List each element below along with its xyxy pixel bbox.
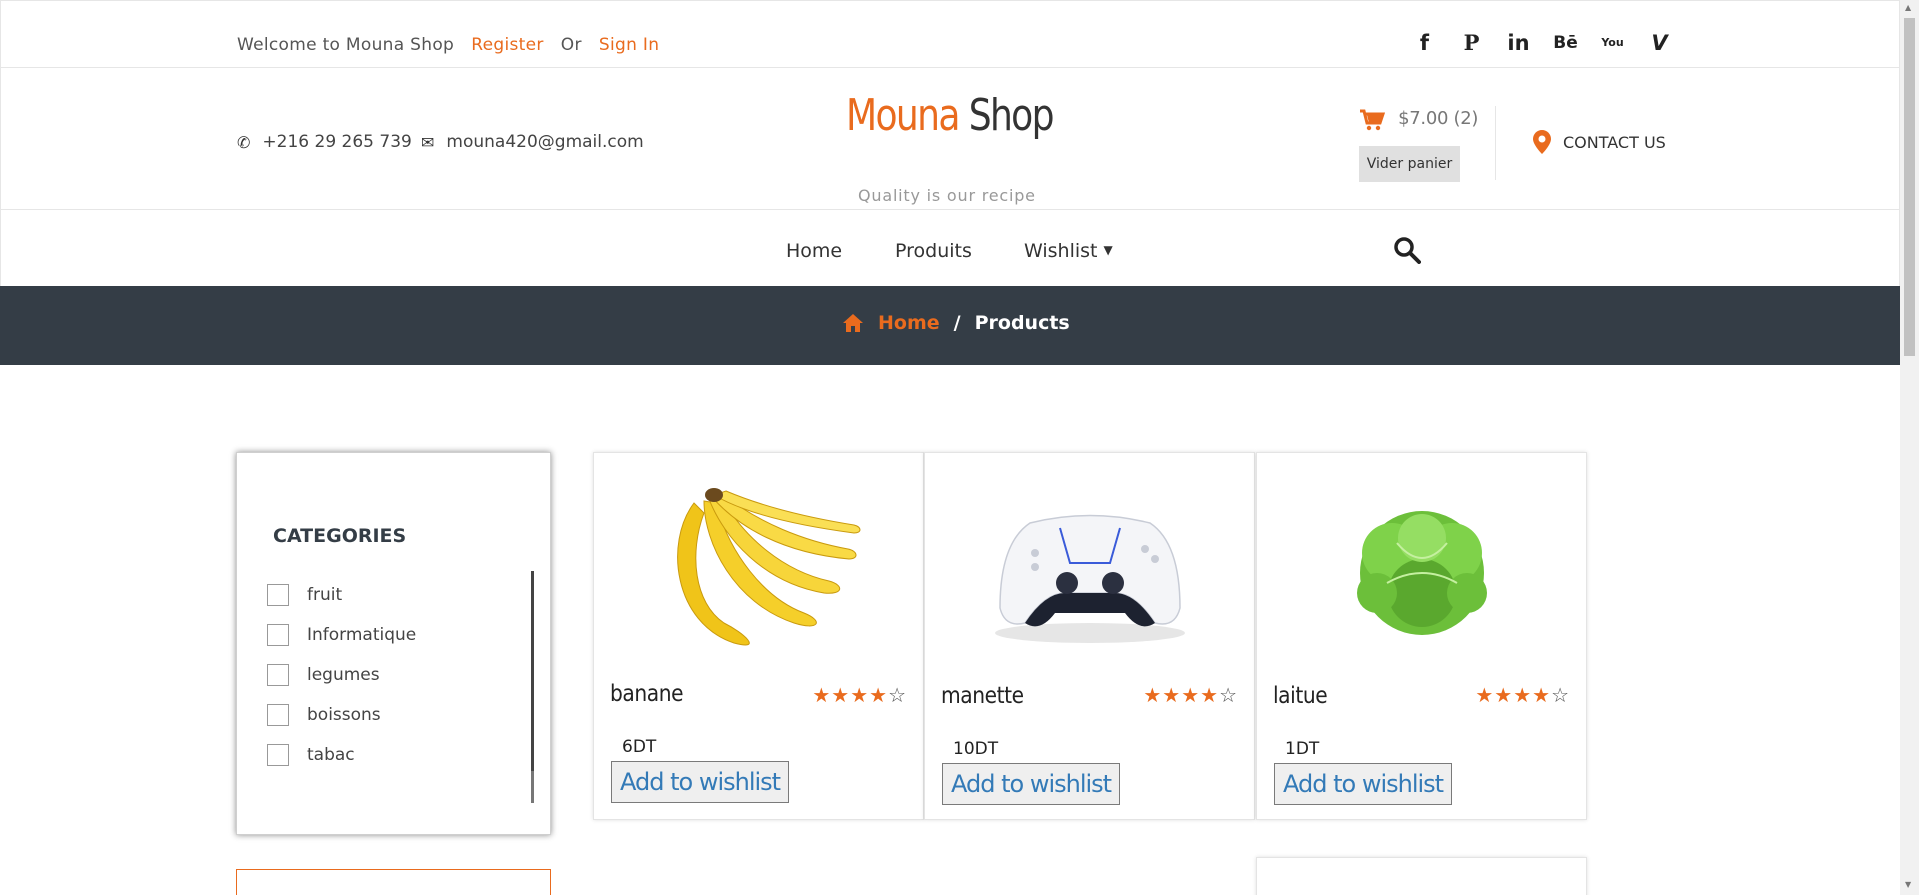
category-item[interactable]: tabac: [267, 735, 416, 775]
vimeo-icon[interactable]: V: [1636, 31, 1683, 55]
gamepad-image: [994, 514, 1185, 643]
phone-icon: ✆: [237, 132, 251, 152]
category-item[interactable]: boissons: [267, 695, 416, 735]
category-checkbox[interactable]: [267, 704, 289, 726]
search-icon[interactable]: [1393, 236, 1421, 264]
caret-down-icon: ▼: [1103, 243, 1113, 257]
header-divider: [1495, 106, 1496, 180]
categories-panel: CATEGORIES fruit Informatique legumes bo…: [236, 452, 551, 835]
contact-us-link[interactable]: CONTACT US: [1533, 130, 1666, 154]
add-to-wishlist-button[interactable]: Add to wishlist: [611, 761, 790, 803]
category-item[interactable]: fruit: [267, 575, 416, 615]
pinterest-icon[interactable]: P: [1448, 31, 1495, 55]
social-links: f P in Bē You V: [1401, 31, 1683, 56]
breadcrumb-separator: /: [953, 312, 961, 334]
product-card: [1256, 857, 1587, 895]
youtube-icon[interactable]: You: [1589, 31, 1636, 55]
category-label: tabac: [307, 745, 355, 765]
star-empty-icon: ☆: [1551, 683, 1570, 707]
category-label: fruit: [307, 585, 343, 605]
categories-list: fruit Informatique legumes boissons taba…: [267, 575, 416, 775]
scroll-up-icon[interactable]: ▲: [1905, 3, 1911, 12]
or-text: Or: [560, 35, 582, 55]
product-card: manette ★★★★☆ 10DT Add to wishlist: [924, 452, 1255, 820]
category-item[interactable]: Informatique: [267, 615, 416, 655]
scroll-down-icon[interactable]: ▼: [1905, 880, 1911, 889]
add-to-wishlist-button[interactable]: Add to wishlist: [942, 763, 1121, 805]
breadcrumb: Home / Products: [842, 312, 1070, 334]
category-label: boissons: [307, 705, 381, 725]
star-empty-icon: ☆: [888, 683, 907, 707]
product-card: laitue ★★★★☆ 1DT Add to wishlist: [1256, 452, 1587, 820]
map-pin-icon: [1533, 130, 1551, 154]
envelope-icon: ✉: [421, 132, 435, 152]
logo-mouna: Mouna: [846, 90, 960, 141]
welcome-line: Welcome to Mouna Shop Register Or Sign I…: [237, 35, 659, 55]
star-empty-icon: ☆: [1219, 683, 1238, 707]
product-price: 10DT: [953, 739, 999, 759]
welcome-text: Welcome to Mouna Shop: [237, 35, 455, 55]
cart-total: $7.00 (2): [1398, 108, 1479, 129]
category-checkbox[interactable]: [267, 624, 289, 646]
facebook-icon[interactable]: f: [1401, 31, 1448, 55]
nav-wishlist[interactable]: Wishlist ▼: [1024, 240, 1113, 262]
star-icon: ★★★★: [1475, 683, 1552, 707]
rating-stars: ★★★★☆: [1143, 683, 1238, 707]
star-icon: ★★★★: [1143, 683, 1220, 707]
categories-scrollbar-track: [531, 771, 534, 803]
main-nav: Home Produits Wishlist ▼: [0, 210, 1900, 286]
category-checkbox[interactable]: [267, 664, 289, 686]
categories-title: CATEGORIES: [273, 525, 407, 547]
logo-shop: Shop: [968, 90, 1055, 141]
product-name[interactable]: laitue: [1273, 683, 1328, 709]
product-name[interactable]: banane: [610, 681, 684, 707]
lettuce-image: [1356, 511, 1487, 635]
register-link[interactable]: Register: [471, 35, 543, 55]
header: ✆ +216 29 265 739 ✉ mouna420@gmail.com M…: [0, 68, 1900, 210]
linkedin-icon[interactable]: in: [1495, 31, 1542, 55]
product-price: 1DT: [1285, 739, 1320, 759]
second-sidebar-panel: [236, 869, 551, 895]
breadcrumb-current: Products: [974, 312, 1070, 334]
scrollbar-thumb[interactable]: [1904, 18, 1915, 356]
page-scrollbar[interactable]: ▲ ▼: [1900, 0, 1919, 895]
breadcrumb-home[interactable]: Home: [878, 312, 940, 334]
banana-image: [676, 488, 860, 646]
category-label: Informatique: [307, 625, 417, 645]
cart-icon: [1360, 109, 1386, 130]
rating-stars: ★★★★☆: [812, 683, 907, 707]
nav-wishlist-label: Wishlist: [1024, 240, 1098, 262]
contact-us-label: CONTACT US: [1563, 132, 1666, 152]
product-name[interactable]: manette: [941, 683, 1024, 709]
top-bar: Welcome to Mouna Shop Register Or Sign I…: [0, 0, 1900, 68]
star-icon: ★★★★: [812, 683, 889, 707]
breadcrumb-bar: Home / Products: [0, 286, 1900, 365]
phone-number: +216 29 265 739: [262, 132, 412, 152]
phone-line: ✆ +216 29 265 739: [237, 132, 412, 152]
rating-stars: ★★★★☆: [1475, 683, 1570, 707]
logo[interactable]: Mouna Shop Quality is our recipe: [846, 90, 1056, 205]
product-price: 6DT: [622, 737, 657, 757]
signin-link[interactable]: Sign In: [599, 35, 659, 55]
category-label: legumes: [307, 665, 380, 685]
email-line: ✉ mouna420@gmail.com: [421, 132, 644, 152]
nav-home[interactable]: Home: [786, 240, 842, 262]
category-checkbox[interactable]: [267, 584, 289, 606]
category-checkbox[interactable]: [267, 744, 289, 766]
nav-produits[interactable]: Produits: [895, 240, 972, 262]
category-item[interactable]: legumes: [267, 655, 416, 695]
behance-icon[interactable]: Bē: [1542, 31, 1589, 55]
tagline: Quality is our recipe: [858, 186, 1036, 205]
categories-scrollbar[interactable]: [531, 571, 534, 771]
clear-cart-button[interactable]: Vider panier: [1359, 146, 1460, 182]
product-card: banane ★★★★☆ 6DT Add to wishlist: [593, 452, 924, 820]
email-address: mouna420@gmail.com: [446, 132, 644, 152]
cart-summary[interactable]: $7.00 (2): [1359, 108, 1478, 131]
home-icon: [843, 314, 863, 332]
add-to-wishlist-button[interactable]: Add to wishlist: [1274, 763, 1453, 805]
